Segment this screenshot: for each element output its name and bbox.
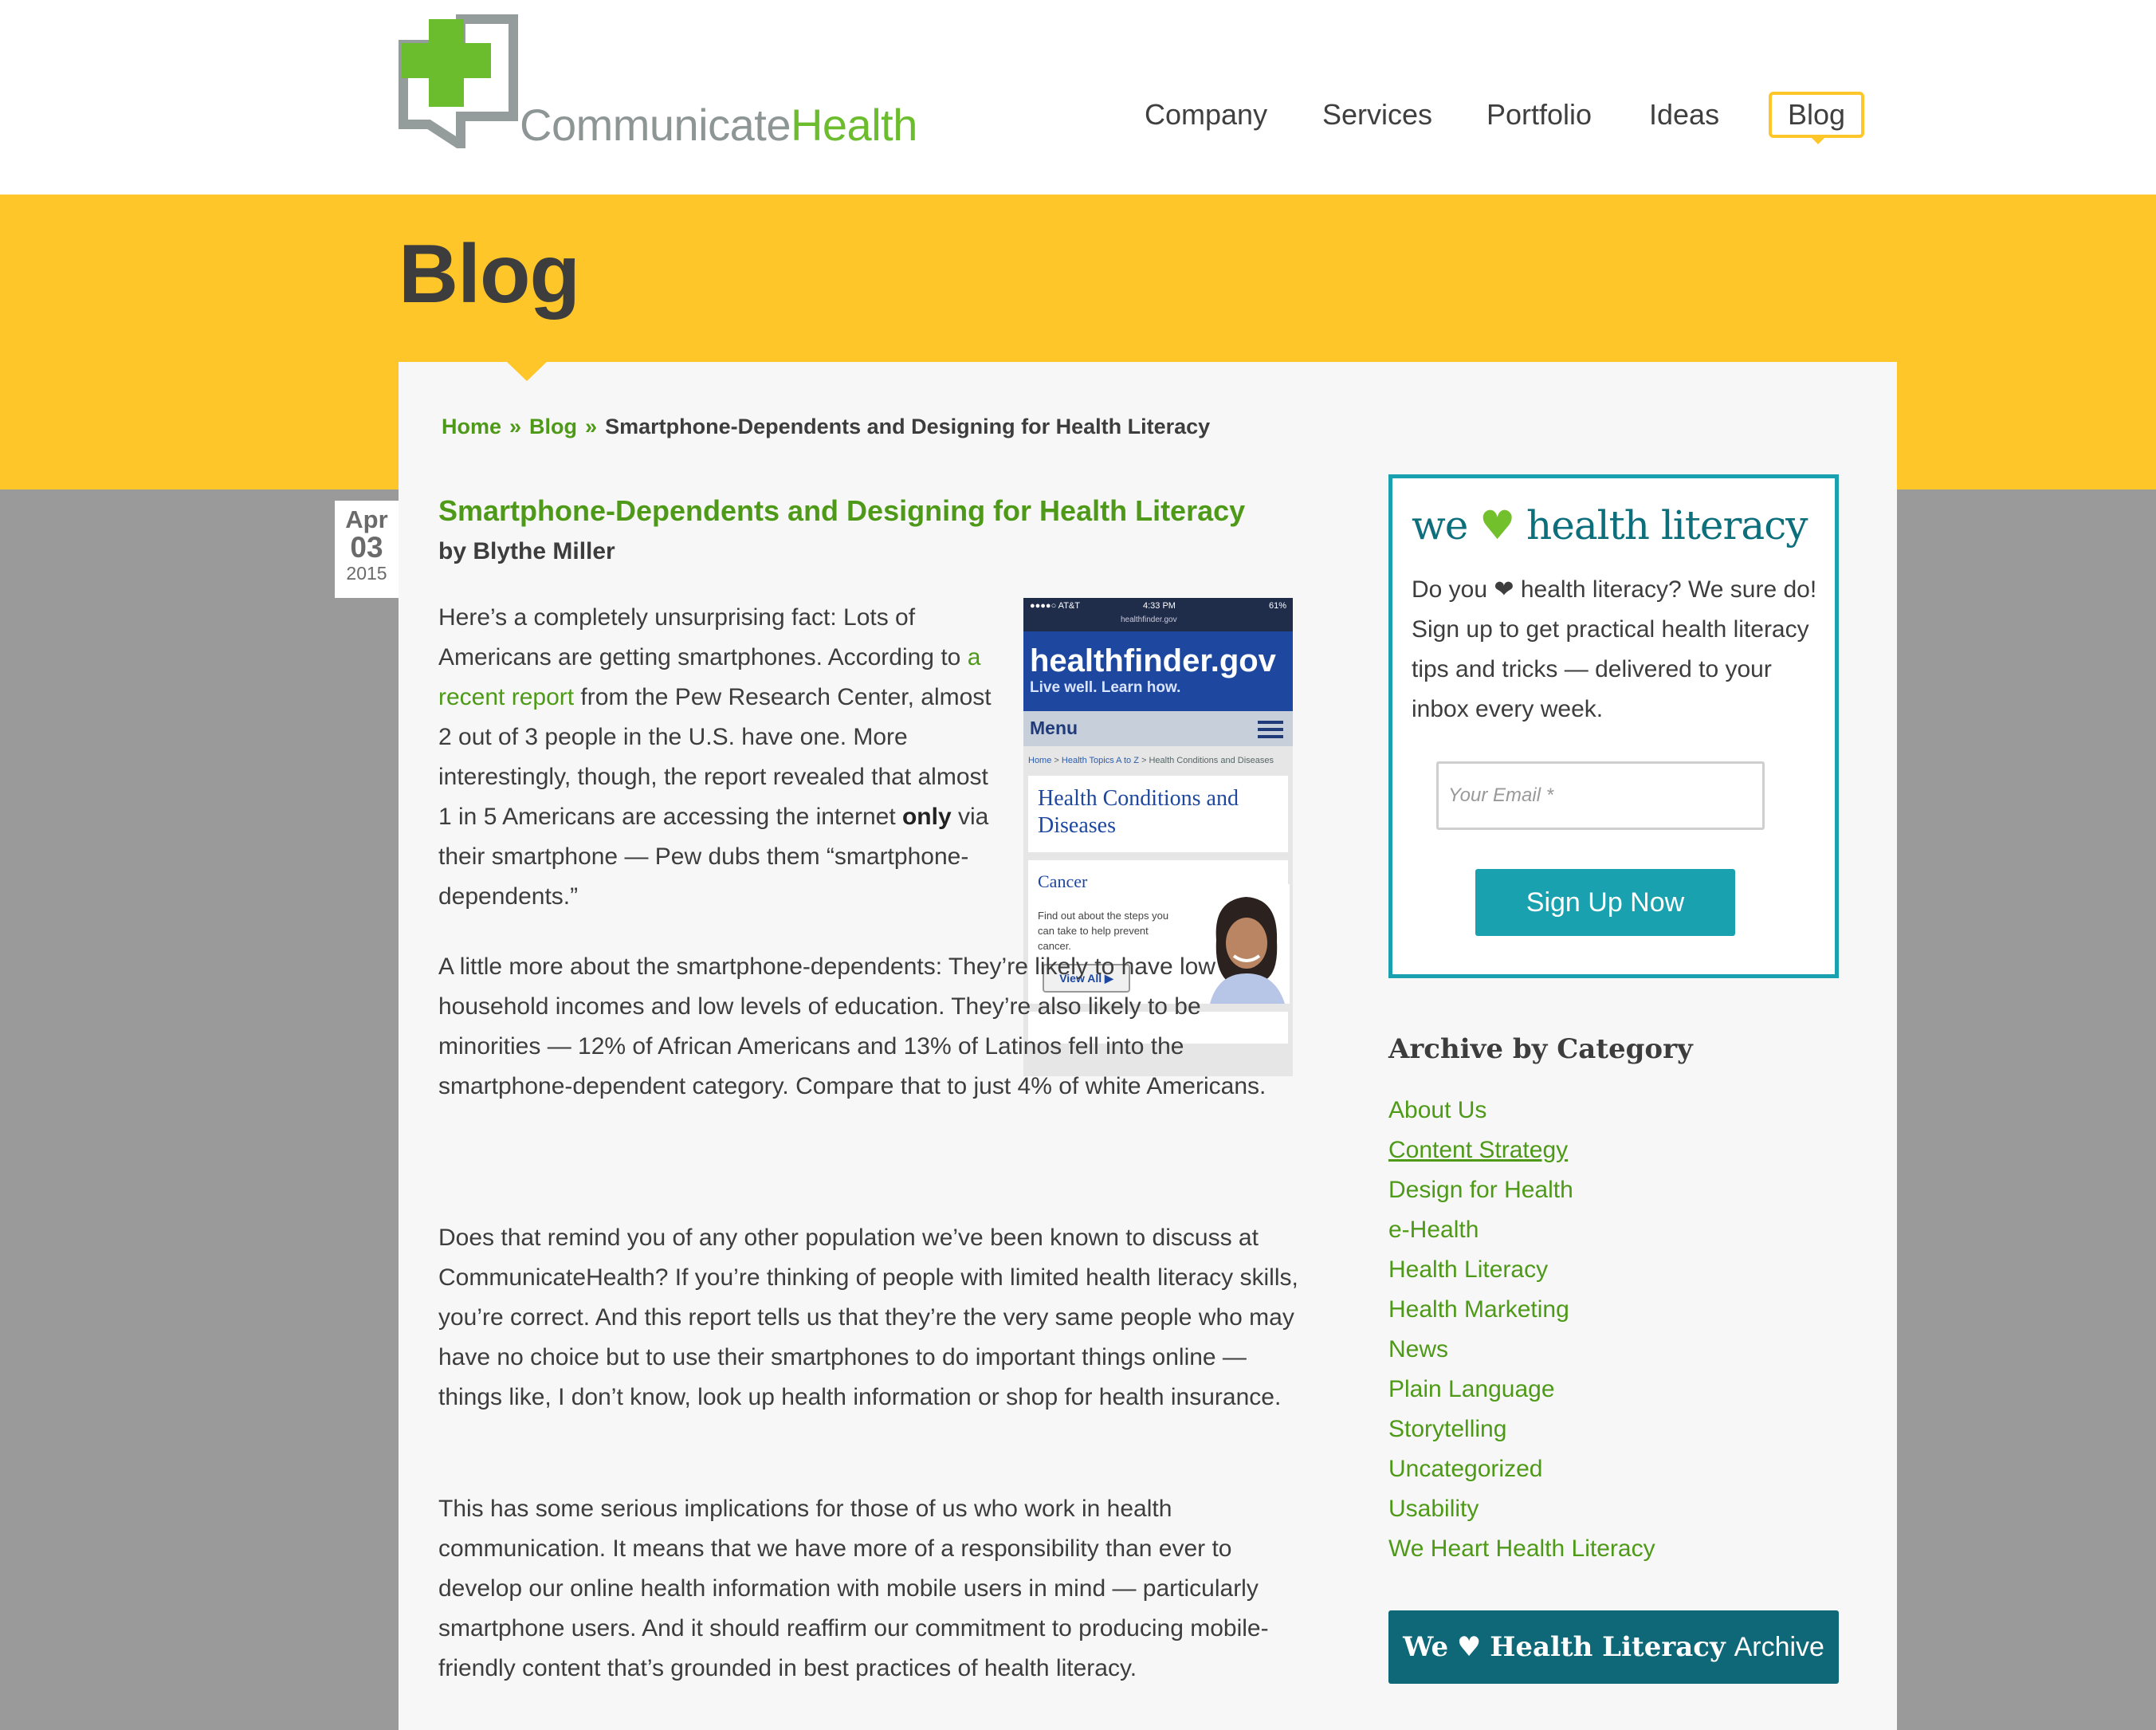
post-title[interactable]: Smartphone-Dependents and Designing for … <box>438 494 1245 528</box>
breadcrumb-separator: » <box>509 415 522 438</box>
main-nav: Company Services Portfolio Ideas Blog <box>0 92 2156 140</box>
post-date-year: 2015 <box>346 563 387 584</box>
nav-services[interactable]: Services <box>1322 92 1432 138</box>
post-date-month: Apr <box>345 505 388 533</box>
category-link[interactable]: Content Strategy <box>1388 1130 1655 1170</box>
phone-site-name: healthfinder.gov <box>1030 643 1276 678</box>
phone-section-box: Health Conditions and Diseases <box>1028 776 1288 852</box>
archive-btn-archive: Archive <box>1734 1632 1824 1662</box>
category-label[interactable]: News <box>1388 1336 1448 1362</box>
category-label[interactable]: e-Health <box>1388 1217 1479 1243</box>
category-link[interactable]: About Us <box>1388 1091 1655 1130</box>
category-label[interactable]: Content Strategy <box>1388 1137 1568 1163</box>
category-label[interactable]: Design for Health <box>1388 1177 1573 1203</box>
category-link[interactable]: Health Marketing <box>1388 1290 1655 1330</box>
post-paragraph-1: Here’s a completely unsurprising fact: L… <box>438 598 996 917</box>
breadcrumb: Home » Blog » Smartphone-Dependents and Desi… <box>442 415 1210 439</box>
category-link[interactable]: News <box>1388 1330 1655 1370</box>
nav-portfolio[interactable]: Portfolio <box>1486 92 1592 138</box>
breadcrumb-home[interactable]: Home <box>442 415 501 438</box>
category-label[interactable]: Storytelling <box>1388 1416 1506 1442</box>
email-input[interactable]: Your Email * <box>1436 761 1765 830</box>
post-paragraph-4: This has some serious implications for t… <box>438 1496 1269 1681</box>
category-label[interactable]: Usability <box>1388 1496 1479 1522</box>
post-date-day: 03 <box>350 531 383 564</box>
card-notch <box>505 360 548 381</box>
category-link[interactable]: We Heart Health Literacy <box>1388 1529 1655 1569</box>
signup-title-we: we <box>1412 502 1468 548</box>
phone-menu-label: Menu <box>1030 718 1078 738</box>
category-link[interactable]: Plain Language <box>1388 1370 1655 1410</box>
phone-url: healthfinder.gov <box>1121 615 1177 624</box>
post-paragraph-2: A little more about the smartphone-depen… <box>438 953 1267 1099</box>
category-link[interactable]: Uncategorized <box>1388 1449 1655 1489</box>
category-label[interactable]: Health Literacy <box>1388 1256 1548 1283</box>
category-label[interactable]: Uncategorized <box>1388 1456 1542 1482</box>
heart-icon: ♥ <box>1456 1631 1482 1663</box>
nav-ideas[interactable]: Ideas <box>1649 92 1719 138</box>
category-label[interactable]: We Heart Health Literacy <box>1388 1535 1655 1562</box>
category-link[interactable]: Storytelling <box>1388 1410 1655 1449</box>
category-label[interactable]: Plain Language <box>1388 1376 1555 1402</box>
site-header: CommunicateHealth Company Services Portf… <box>0 0 2156 195</box>
category-link[interactable]: Health Literacy <box>1388 1250 1655 1290</box>
sign-up-button[interactable]: Sign Up Now <box>1475 869 1735 936</box>
post-emphasis: only <box>901 804 952 830</box>
phone-breadcrumb: Home > Health Topics A to Z > Health Con… <box>1028 756 1274 765</box>
archive-btn-we: We <box>1403 1631 1449 1663</box>
phone-crumb-rest: > Health Conditions and Diseases <box>1138 756 1274 765</box>
category-label[interactable]: About Us <box>1388 1097 1486 1123</box>
post-byline: by Blythe Miller <box>438 538 615 564</box>
post-date-badge: Apr 03 2015 <box>335 501 399 598</box>
phone-crumb-home: Home <box>1028 756 1052 765</box>
breadcrumb-blog[interactable]: Blog <box>529 415 577 438</box>
page-title: Blog <box>399 228 580 320</box>
archive-by-category-heading: Archive by Category <box>1388 1033 1693 1065</box>
category-link[interactable]: Design for Health <box>1388 1170 1655 1210</box>
post-paragraph-3: Does that remind you of any other popula… <box>438 1225 1298 1410</box>
phone-section-title: Health Conditions and Diseases <box>1038 786 1239 838</box>
category-label[interactable]: Health Marketing <box>1388 1296 1569 1323</box>
category-list: About Us Content Strategy Design for Hea… <box>1388 1091 1655 1569</box>
phone-status-bar: ●●●●○ AT&T 4:33 PM healthfinder.gov 61% <box>1023 598 1293 631</box>
signup-title-rest: health literacy <box>1526 502 1808 548</box>
phone-carrier: ●●●●○ AT&T <box>1030 601 1080 611</box>
newsletter-signup-box: we ♥ health literacy Do you ❤ health lit… <box>1388 474 1839 978</box>
hamburger-icon <box>1258 721 1283 738</box>
archive-btn-health-literacy: Health Literacy <box>1490 1631 1726 1663</box>
category-link[interactable]: e-Health <box>1388 1210 1655 1250</box>
signup-title: we ♥ health literacy <box>1412 502 1808 548</box>
phone-menu-bar: Menu <box>1023 711 1293 746</box>
signup-description: Do you ❤ health literacy? We sure do! Si… <box>1412 576 1817 722</box>
phone-site-header: healthfinder.gov Live well. Learn how. <box>1023 631 1293 711</box>
breadcrumb-separator: » <box>585 415 598 438</box>
phone-time: 4:33 PM <box>1143 601 1176 611</box>
nav-blog[interactable]: Blog <box>1769 92 1865 138</box>
category-link[interactable]: Usability <box>1388 1489 1655 1529</box>
phone-battery: 61% <box>1268 601 1286 611</box>
breadcrumb-current: Smartphone-Dependents and Designing for … <box>605 415 1211 438</box>
nav-active-pointer <box>1811 137 1825 144</box>
nav-company[interactable]: Company <box>1145 92 1267 138</box>
phone-crumb-topics: Health Topics A to Z <box>1061 756 1139 765</box>
phone-site-tagline: Live well. Learn how. <box>1030 679 1181 696</box>
heart-icon: ♥ <box>1479 502 1515 548</box>
post-text: Here’s a completely unsurprising fact: L… <box>438 604 968 670</box>
we-heart-health-literacy-archive-button[interactable]: We ♥ Health Literacy Archive <box>1388 1610 1839 1684</box>
